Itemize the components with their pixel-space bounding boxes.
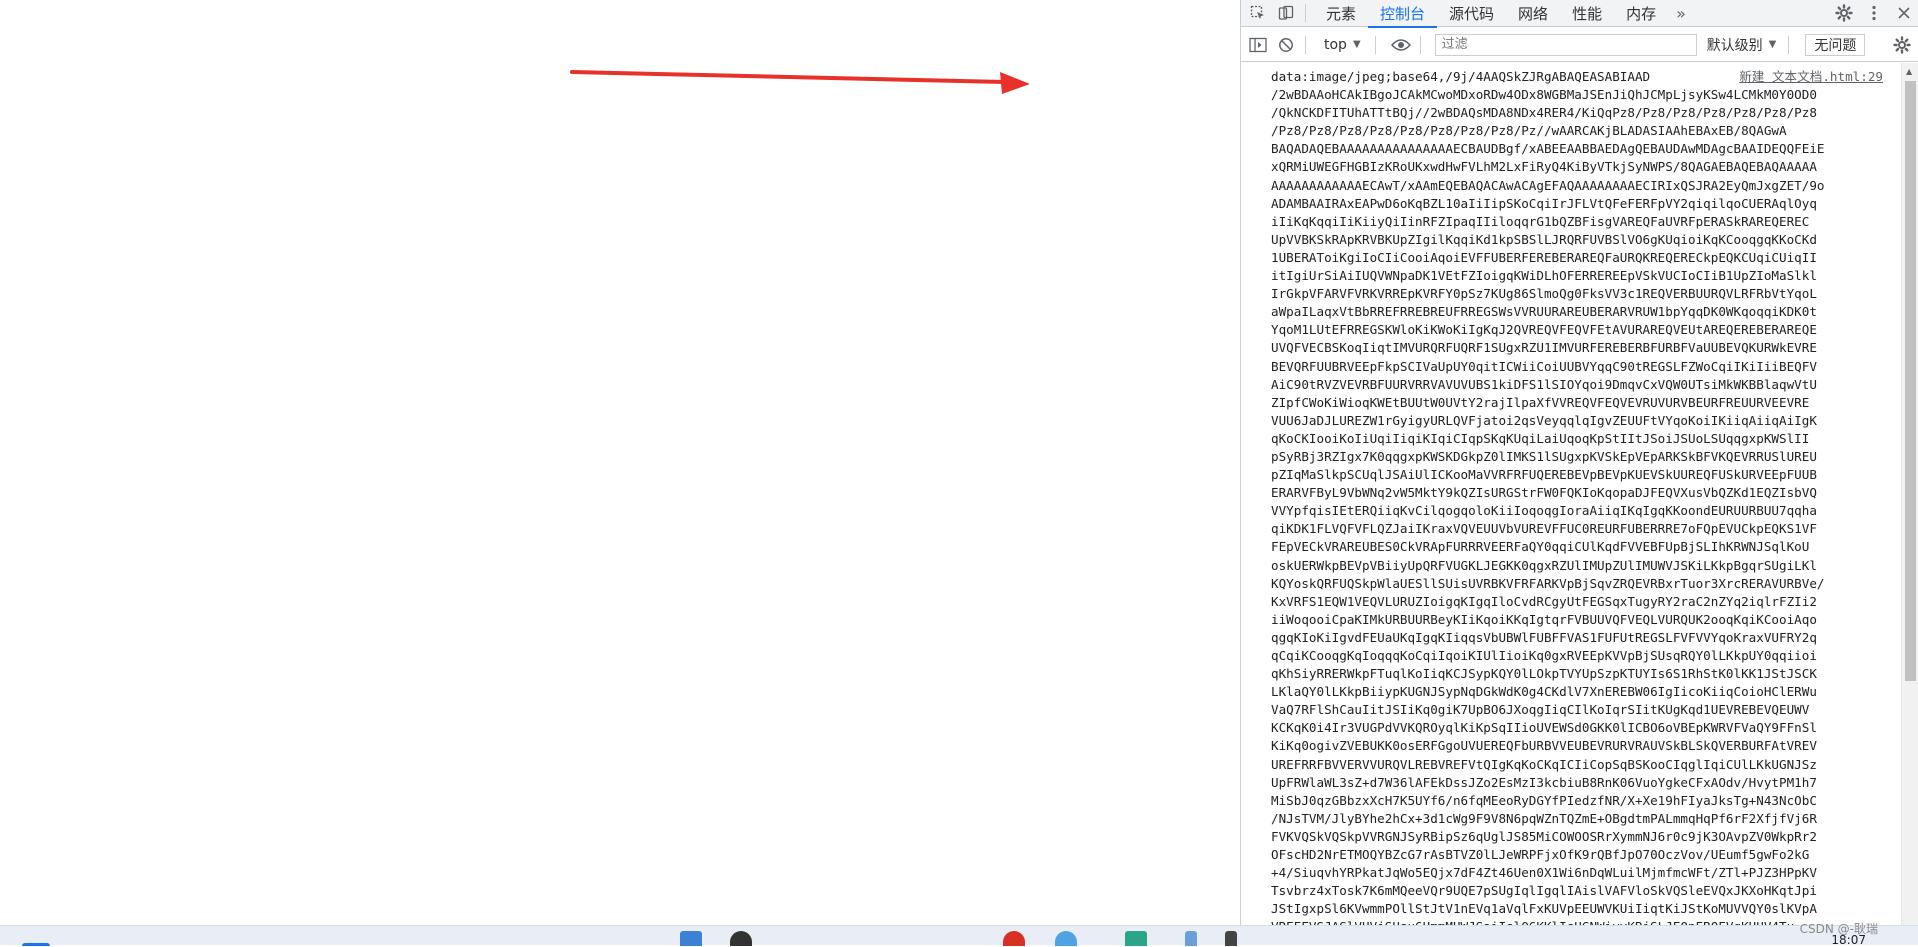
toolbar-divider	[1374, 35, 1376, 54]
console-log-line: BEVQRFUUBRVEEpFkpSCIVaUpUY0qitICWiiCoiUU…	[1271, 358, 1817, 374]
toolbar-divider	[1419, 35, 1421, 54]
console-log-line: oskUERWkpBEVpVBiiyUpQRFVUGKLJEGKK0qgxRZU…	[1271, 557, 1817, 573]
taskbar-app-icon[interactable]	[730, 931, 752, 946]
console-log-line: YqoM1LUtEFRREGSKWloKiKWoKiIgKqJ2QVREQVFE…	[1271, 322, 1817, 338]
console-log-line: +4/SiuqvhYRPkatJqWo5EQjx7dF4Zt46Uen0X1Wi…	[1271, 865, 1817, 881]
console-log-line: /QkNCKDFITUhATTtBQj//2wBDAQsMDA8NDx4RER4…	[1271, 105, 1817, 121]
console-scrollbar[interactable]: ▲	[1901, 63, 1918, 925]
console-log-line: VaQ7RFlShCauIitJSIiKq0giK7UpBO6JXoqgIiqC…	[1271, 702, 1810, 718]
console-log-line: qiKDK1FLVQFVFLQZJaiIKraxVQVEUUVbVUREVFFU…	[1271, 521, 1817, 537]
scroll-up-arrow-icon[interactable]: ▲	[1906, 67, 1912, 76]
console-log-line: IrGkpVFARVFVRKVRREpKVRFY0pSz7KUg86SlmoQg…	[1271, 286, 1817, 302]
console-log-line: /NJsTVM/JlyBYhe2hCx+3d1cWg9F9V8N6pqWZnTQ…	[1271, 810, 1817, 826]
device-toolbar-icon[interactable]	[1275, 2, 1297, 24]
console-log-line: 1UBERAToiKgiIoCIiCooiAqoiEVFFUBERFEREBER…	[1271, 249, 1817, 265]
console-log-line: UpVVBKSkRApKRVBKUpZIgilKqqiKd1kpSBSlLJRQ…	[1271, 231, 1817, 247]
live-expression-eye-icon[interactable]	[1390, 34, 1412, 56]
console-source-link[interactable]: 新建 文本文档.html:29	[1739, 68, 1883, 86]
devtools-tabbar: 元素 控制台 源代码 网络 性能 内存 »	[1241, 0, 1918, 28]
console-log-line: qKhSiyRRERWkpFTuqlKoIiqKCJSypKQY0lLOkpTV…	[1271, 666, 1817, 682]
dropdown-caret-icon: ▼	[1352, 39, 1361, 50]
console-log-line: ERARVFByL9VbWNq2vW5MktY9kQZIsURGStrFW0FQ…	[1271, 485, 1817, 501]
taskbar-misc-icon[interactable]	[1225, 931, 1237, 946]
console-log-line: /Pz8/Pz8/Pz8/Pz8/Pz8/Pz8/Pz8/Pz8/Pz//wAA…	[1271, 123, 1787, 139]
tabbar-actions	[1829, 0, 1918, 27]
tab-memory[interactable]: 内存	[1614, 0, 1668, 27]
console-message-header: data:image/jpeg;base64,/9j/4AAQSkZJRgABA…	[1271, 68, 1883, 86]
inspect-element-icon[interactable]	[1247, 2, 1269, 24]
tab-network[interactable]: 网络	[1506, 0, 1560, 27]
toolbar-divider	[1305, 4, 1306, 22]
context-selector-value: top	[1324, 36, 1347, 53]
taskbar-browser-icon[interactable]	[1003, 931, 1025, 946]
console-log-line: OFscHD2NrETMOQYBZcG7rAsBTVZ0lLJeWRPFjxOf…	[1271, 847, 1810, 863]
console-log-line: Tsvbrz4xTosk7K6mMQeeVQr9UQE7pSUgIqlIgqlI…	[1271, 883, 1817, 899]
console-log-line: AAAAAAAAAAAAECAwT/xAAmEQEBAQACAwACAgEFAQ…	[1271, 177, 1825, 193]
issues-button[interactable]: 无问题	[1805, 33, 1866, 56]
console-log-line: LKlaQY0lLKkpBiiypKUGNJSypNqDGkWdK0g4CKdl…	[1271, 684, 1817, 700]
console-log-line: KQYoskQRFUQSkpWlaUESllSUisUVRBKVFRFARKVp…	[1271, 575, 1825, 591]
console-log-line: qgqKIoKiIgvdFEUaUKqIgqKIiqqsVbUBWlFUBFFV…	[1271, 629, 1817, 645]
console-settings-gear-icon[interactable]	[1891, 34, 1913, 56]
console-toolbar: top ▼ 默认级别 ▼ 无问题	[1241, 28, 1918, 62]
console-log-line: pSyRBj3RZIgx7K0qqgxpKWSKDGkpZ0lIMKS1lSUg…	[1271, 448, 1817, 464]
console-log-line: JStIgxpSl6KVwmmPOllStJtV1nEVq1aVqlFxKUVp…	[1271, 901, 1817, 917]
console-log-text[interactable]: data:image/jpeg;base64,/9j/4AAQSkZJRgABA…	[1271, 68, 1650, 86]
console-log-line: iIiKqKqqiIiKiiyQiIinRFZIpaqIIiloqqrG1bQZ…	[1271, 213, 1810, 229]
console-output: data:image/jpeg;base64,/9j/4AAQSkZJRgABA…	[1241, 63, 1901, 925]
log-level-value: 默认级别	[1706, 37, 1763, 54]
console-log-line: KCKqK0i4Ir3VUGPdVVKQROyqlKiKpSqIIioUVEWS…	[1271, 720, 1817, 736]
tab-console[interactable]: 控制台	[1368, 0, 1438, 28]
kebab-menu-icon[interactable]	[1859, 0, 1889, 27]
sidebar-toggle-icon[interactable]	[1247, 34, 1269, 56]
clear-console-icon[interactable]	[1275, 34, 1297, 56]
console-log-line: ZIpfCWoKiWioqKWEtBUUtW0UVtY2rajIlpaXfVVR…	[1271, 394, 1810, 410]
taskbar-chrome-icon[interactable]	[1055, 931, 1077, 946]
taskbar-tool-icon[interactable]	[1185, 931, 1197, 946]
console-log-line: KiKq0ogivZVEBUKK0osERFGgoUVUEREQFbURBVVE…	[1271, 738, 1817, 754]
context-selector[interactable]: top ▼	[1318, 34, 1367, 56]
taskbar-editor-icon[interactable]	[1125, 931, 1147, 946]
dropdown-caret-icon: ▼	[1768, 39, 1777, 50]
console-log-line: FVKVQSkVQSkpVVRGNJSyRBipSz6qUglJS85MiCOW…	[1271, 828, 1817, 844]
console-log-line: UREFRRFBVVERVVURQVLREBVREFVtQIgKqKoCKqIC…	[1271, 756, 1817, 772]
devtools-panel: 元素 控制台 源代码 网络 性能 内存 » top ▼ 过滤 默认级别 ▼ 无问…	[1240, 0, 1918, 925]
console-log-line: qKoCKIooiKoIiUqiIiqiKIqiCIqpSKqKUqiLaiUq…	[1271, 430, 1810, 446]
console-log-line: qCqiKCooqgKqIoqqqKoCqiIqoiKIUlIioiKq0gxR…	[1271, 648, 1817, 663]
console-log-line: itIgiUrSiAiIUQVWNpaDK1VEtFZIoigqKWiDLhOF…	[1271, 268, 1817, 284]
settings-gear-icon[interactable]	[1829, 0, 1859, 27]
console-log-line: UVQFVECBSKoqIiqtIMVURQRFUQRF1SUgxRZU1IMV…	[1271, 340, 1817, 356]
more-tabs-chevron-icon[interactable]: »	[1668, 4, 1694, 23]
console-log-body[interactable]: /2wBDAAoHCAkIBgoJCAkMCwoMDxoRDw4ODx8WGBM…	[1271, 86, 1901, 925]
scrollbar-thumb[interactable]	[1905, 81, 1916, 681]
page-viewport	[0, 0, 1240, 925]
console-log-line: VVYpfqisIEtERQiiqKvCilqogqoloKiiIoqoqgIo…	[1271, 503, 1817, 519]
toolbar-divider	[1305, 35, 1306, 54]
console-log-line: /2wBDAAoHCAkIBgoJCAkMCwoMDxoRDw4ODx8WGBM…	[1271, 87, 1817, 103]
console-log-line: MiSbJ0qzGBbzxXcH7K5UYf6/n6fqMEeoRyDGYfPI…	[1271, 792, 1817, 808]
console-log-line: VUU6JaDJLUREZW1rGyigyURLQVFjatoi2qsVeyqq…	[1271, 412, 1817, 428]
close-icon[interactable]	[1889, 0, 1918, 27]
console-log-line: pZIqMaSlkpSCUqlJSAiUlICKooMaVVRFRFUQEREB…	[1271, 467, 1817, 483]
console-log-line: BAQADAQEBAAAAAAAAAAAAAAAECBAUDBgf/xABEEA…	[1271, 141, 1825, 157]
os-taskbar	[0, 925, 1918, 946]
red-arrow-annotation	[570, 70, 1030, 94]
console-log-line: xQRMiUWEGFHGBIzKRoUKxwdHwFVLhM2LxFiRyQ4K…	[1271, 159, 1817, 175]
console-log-line: aWpaILaqxVtBbRREFRREBREUFRREGSWsVVRUURAR…	[1271, 304, 1817, 320]
console-filter-input[interactable]	[1434, 33, 1697, 56]
console-log-line: KxVRFS1EQW1VEQVLURUZIoigqKIgqIloCvdRCgyU…	[1271, 593, 1817, 609]
tab-elements[interactable]: 元素	[1314, 0, 1368, 27]
console-log-line: ADAMBAAIRAxEAPwD6oKqBZL10aIiIipSKoCqiIrJ…	[1271, 195, 1817, 211]
console-log-line: AiC90tRVZVEVRBFUURVRRVAVUVUBS1kiDFS1lSIO…	[1271, 376, 1817, 392]
tab-sources[interactable]: 源代码	[1437, 0, 1506, 27]
console-log-line: iiWoqooiCpaKIMkURBUURBeyKIiKqoiKKqIgtqrF…	[1271, 611, 1817, 627]
console-log-line: FEpVECkVRAREUBES0CkVRApFURRRVEERFaQY0qqi…	[1271, 539, 1810, 555]
tab-performance[interactable]: 性能	[1560, 0, 1614, 27]
log-level-selector[interactable]: 默认级别 ▼	[1703, 35, 1781, 55]
toolbar-divider	[1788, 35, 1790, 54]
console-log-line: UpFRWlaWL3sZ+d7W36lAFEkDssJZo2EsMzI3kcbi…	[1271, 774, 1817, 790]
taskbar-windows-icon[interactable]	[680, 931, 702, 946]
